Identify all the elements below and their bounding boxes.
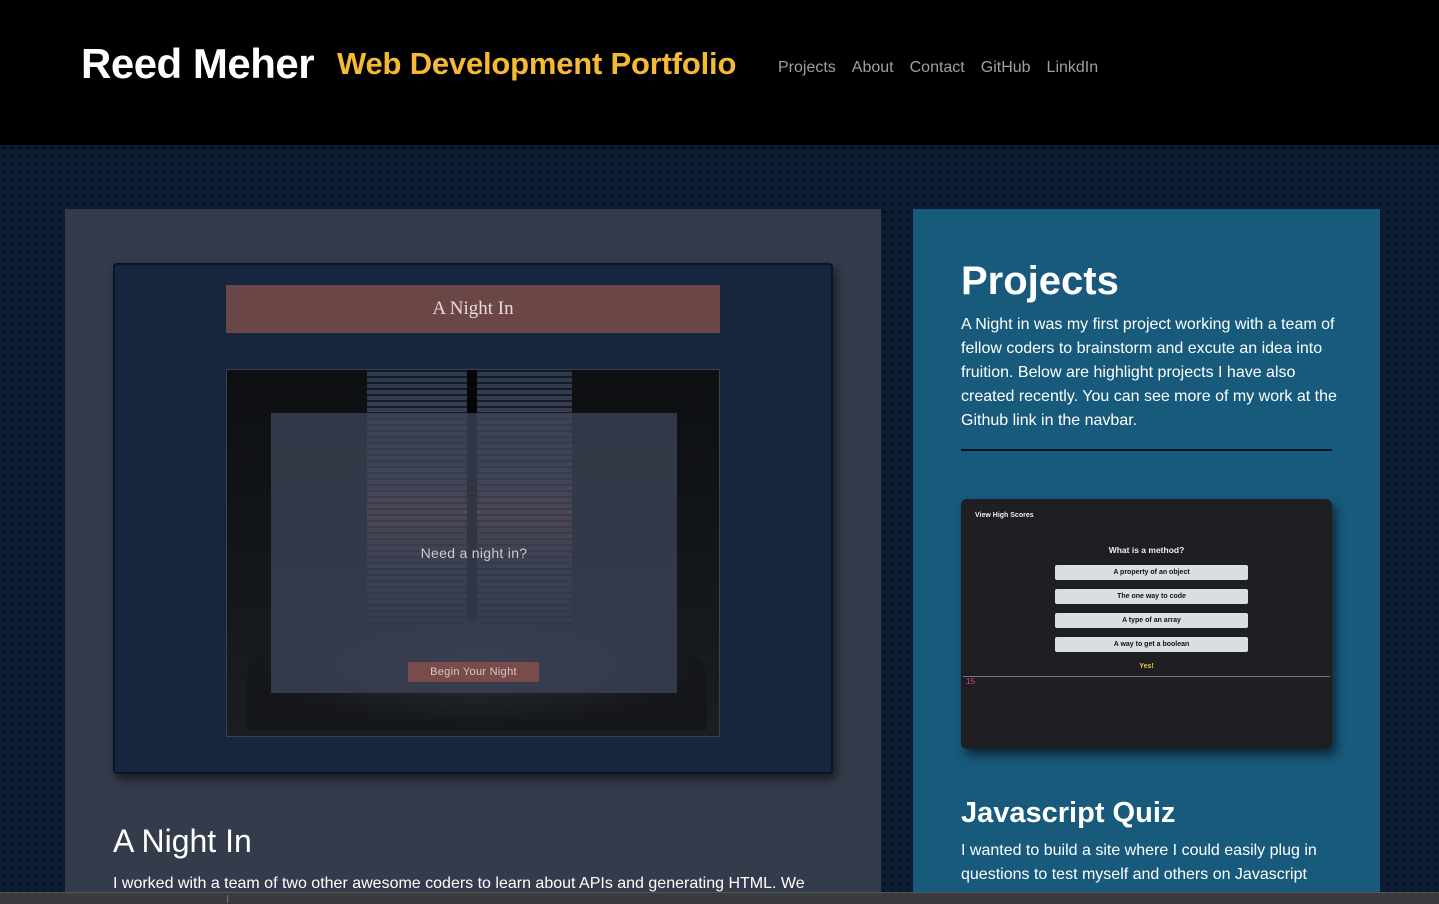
quiz-option: The one way to code (1055, 589, 1248, 604)
screenshot-question: Need a night in? (420, 545, 528, 561)
quiz-timer: 15 (966, 677, 975, 686)
sidebar-intro: A Night in was my first project working … (961, 316, 1337, 429)
nav-link-about[interactable]: About (844, 58, 902, 78)
quiz-question: What is a method? (1108, 545, 1185, 555)
site-tagline: Web Development Portfolio (337, 46, 737, 81)
quiz-option: A way to get a boolean (1055, 637, 1248, 652)
quiz-project-title: Javascript Quiz (961, 797, 1176, 829)
site-brand[interactable]: Reed Meher (81, 40, 315, 88)
main-nav: Projects About Contact GitHub LinkdIn (770, 58, 1106, 78)
quiz-option: A type of an array (1055, 613, 1248, 628)
project-title: A Night In (113, 823, 252, 859)
quiz-project-description: I wanted to build a site where I could e… (961, 842, 1317, 883)
featured-project-card: A Night In Need a night in? Begin Your N… (65, 209, 881, 904)
screenshot-banner: A Night In (226, 285, 720, 333)
divider (961, 449, 1332, 451)
quiz-high-scores-link: View High Scores (975, 512, 1034, 519)
projects-sidebar: Projects A Night in was my first project… (913, 209, 1380, 904)
quiz-divider (963, 676, 1330, 677)
screenshot-photo: Need a night in? Begin Your Night (226, 369, 720, 737)
top-navbar: Reed Meher Web Development Portfolio Pro… (0, 0, 1439, 145)
quiz-option: A property of an object (1055, 565, 1248, 580)
nav-link-linkedin[interactable]: LinkdIn (1039, 58, 1107, 78)
project-screenshot[interactable]: A Night In Need a night in? Begin Your N… (113, 263, 833, 774)
quiz-feedback: Yes! (1139, 663, 1154, 670)
screenshot-overlay: Need a night in? Begin Your Night (271, 413, 677, 693)
nav-link-projects[interactable]: Projects (770, 58, 844, 78)
screenshot-begin-button: Begin Your Night (408, 662, 539, 682)
nav-link-github[interactable]: GitHub (973, 58, 1039, 78)
nav-link-contact[interactable]: Contact (902, 58, 973, 78)
quiz-screenshot[interactable]: View High Scores What is a method? A pro… (961, 499, 1332, 749)
bottom-status-bar (0, 892, 1439, 904)
sidebar-heading: Projects (961, 259, 1119, 303)
